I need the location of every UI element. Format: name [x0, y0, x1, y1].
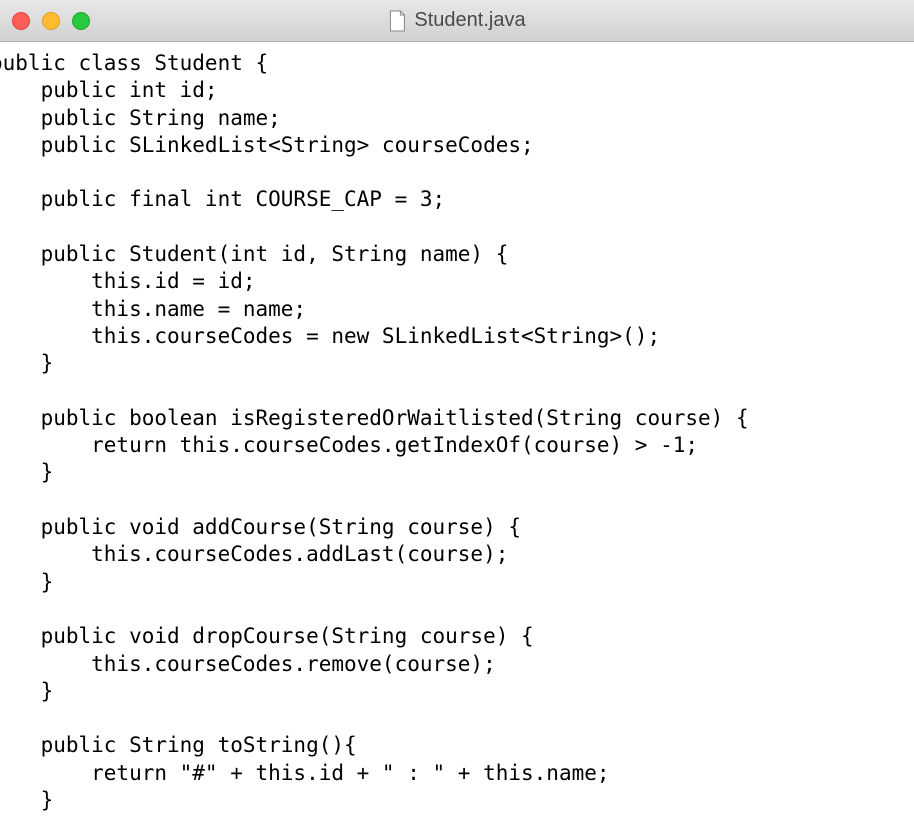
code-text[interactable]: public class Student { public int id; pu… — [0, 50, 914, 834]
maximize-button[interactable] — [72, 12, 90, 30]
window-title: Student.java — [414, 9, 525, 32]
minimize-button[interactable] — [42, 12, 60, 30]
close-button[interactable] — [12, 12, 30, 30]
traffic-lights — [0, 12, 90, 30]
file-icon — [388, 10, 406, 32]
window: Student.java public class Student { publ… — [0, 0, 914, 834]
titlebar[interactable]: Student.java — [0, 0, 914, 42]
title-area: Student.java — [388, 9, 525, 32]
editor-content[interactable]: public class Student { public int id; pu… — [0, 42, 914, 834]
